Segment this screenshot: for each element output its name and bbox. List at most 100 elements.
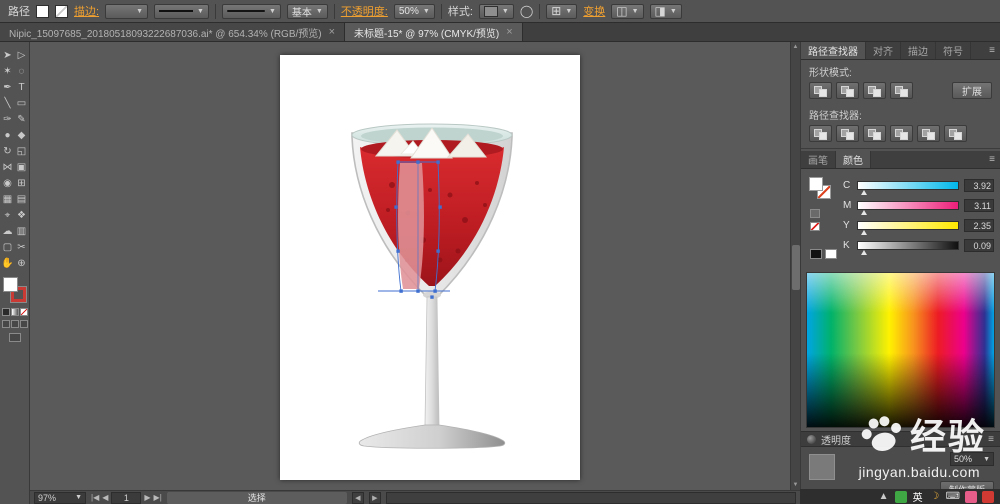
align-options-dropdown[interactable]: ⊞ ▼ — [546, 3, 578, 19]
arrange-dropdown[interactable]: ◫ ▼ — [611, 3, 644, 19]
fill-swatch[interactable] — [2, 277, 18, 292]
recolor-artwork-icon[interactable]: ◯ — [520, 5, 533, 17]
minus-back-button[interactable] — [944, 125, 967, 142]
type-tool[interactable]: T — [15, 79, 29, 95]
magic-wand-tool[interactable]: ✶ — [1, 63, 15, 79]
canvas-area[interactable] — [30, 42, 800, 490]
taskbar-icon-keyboard[interactable]: ⌨ — [946, 491, 960, 503]
color-spectrum[interactable] — [806, 272, 995, 428]
taskbar-icon-input-method[interactable]: 英 — [912, 491, 924, 504]
brush-definition-dropdown[interactable]: 基本 ▼ — [286, 3, 328, 19]
pen-tool[interactable]: ✒ — [1, 79, 15, 95]
next-artboard-icon[interactable]: ▶ — [144, 493, 150, 502]
isolate-dropdown[interactable]: ◨ ▼ — [649, 3, 682, 19]
merge-button[interactable] — [863, 125, 886, 142]
screen-mode-button[interactable] — [8, 333, 21, 342]
transform-panel-link[interactable]: 变换 — [583, 3, 605, 19]
width-profile-dropdown[interactable]: ▼ — [154, 3, 209, 19]
brush-preview-dropdown[interactable]: ▼ — [221, 3, 281, 19]
document-tab[interactable]: 未标题-15* @ 97% (CMYK/预览) × — [345, 23, 523, 41]
unite-button[interactable] — [809, 82, 832, 99]
last-artboard-icon[interactable]: ▶| — [154, 493, 162, 502]
slider-track[interactable] — [857, 241, 959, 255]
slider-thumb[interactable] — [861, 227, 867, 235]
slider-track[interactable] — [857, 181, 959, 195]
zoom-dropdown[interactable]: 97% ▼ — [34, 491, 86, 504]
prev-artboard-icon[interactable]: ◀ — [102, 493, 108, 502]
blob-brush-tool[interactable]: ● — [1, 127, 15, 143]
hand-tool[interactable]: ✋ — [1, 255, 15, 271]
scroll-up-icon[interactable]: ▲ — [793, 42, 799, 52]
rotate-tool[interactable]: ↻ — [1, 143, 15, 159]
symbol-sprayer-tool[interactable]: ☁ — [1, 223, 15, 239]
style-dropdown[interactable]: ▼ — [478, 3, 514, 19]
artboard[interactable] — [280, 55, 580, 480]
direct-selection-tool[interactable]: ▷ — [15, 47, 29, 63]
opacity-dropdown[interactable]: 50% ▼ — [393, 3, 435, 19]
object-thumbnail[interactable] — [809, 454, 835, 480]
vertical-scrollbar[interactable]: ▲ ▼ — [790, 42, 800, 490]
slider-track[interactable] — [857, 201, 959, 215]
taskbar-icon-red-app[interactable] — [982, 490, 994, 503]
line-segment-tool[interactable]: ╲ — [1, 95, 15, 111]
panel-menu-icon[interactable]: ≡ — [984, 151, 1000, 168]
shape-builder-tool[interactable]: ◉ — [1, 175, 15, 191]
panel-tab[interactable]: 路径查找器 — [801, 42, 866, 59]
trim-button[interactable] — [836, 125, 859, 142]
color-fill-stroke-indicator[interactable] — [807, 175, 843, 267]
none-swatch[interactable] — [810, 222, 820, 231]
eraser-tool[interactable]: ◆ — [15, 127, 29, 143]
slider-track[interactable] — [857, 221, 959, 235]
taskbar-icon-green-app[interactable] — [894, 490, 907, 503]
artboard-tool[interactable]: ▢ — [1, 239, 15, 255]
pencil-tool[interactable]: ✎ — [15, 111, 29, 127]
draw-behind-button[interactable] — [10, 320, 19, 328]
slider-value-field[interactable]: 2.35 — [964, 219, 994, 232]
panel-tab[interactable]: 画笔 — [801, 151, 836, 168]
opacity-panel-link[interactable]: 不透明度: — [341, 3, 388, 19]
scroll-down-icon[interactable]: ▼ — [793, 480, 799, 490]
fill-stroke-indicator[interactable] — [2, 277, 27, 304]
lasso-tool[interactable]: ◌ — [15, 63, 29, 79]
column-graph-tool[interactable]: ▥ — [15, 223, 29, 239]
color-button[interactable] — [1, 308, 10, 316]
eyedropper-tool[interactable]: ⌖ — [1, 207, 15, 223]
artboard-number-field[interactable]: 1 — [111, 491, 142, 504]
minus-front-button[interactable] — [836, 82, 859, 99]
taskbar-icon-pink-app[interactable] — [965, 490, 977, 503]
divide-button[interactable] — [809, 125, 832, 142]
panel-tab[interactable]: 描边 — [901, 42, 936, 59]
transparency-opacity-dropdown[interactable]: 50% ▼ — [950, 452, 994, 466]
taskbar-icon-expand-arrow[interactable]: ▲ — [878, 491, 890, 503]
horizontal-scrollbar[interactable] — [385, 491, 796, 504]
width-tool[interactable]: ⋈ — [1, 159, 15, 175]
free-transform-tool[interactable]: ▣ — [15, 159, 29, 175]
gradient-button[interactable] — [10, 308, 19, 316]
perspective-grid-tool[interactable]: ⊞ — [15, 175, 29, 191]
gradient-tool[interactable]: ▤ — [15, 191, 29, 207]
white-swatch[interactable] — [825, 249, 837, 259]
crop-button[interactable] — [890, 125, 913, 142]
draw-normal-button[interactable] — [1, 320, 10, 328]
rectangle-tool[interactable]: ▭ — [15, 95, 29, 111]
stroke-weight-dropdown[interactable]: ▼ — [105, 3, 148, 19]
stroke-panel-link[interactable]: 描边: — [74, 3, 99, 19]
vertical-scrollbar-thumb[interactable] — [792, 245, 800, 290]
slider-value-field[interactable]: 0.09 — [964, 239, 994, 252]
slider-value-field[interactable]: 3.92 — [964, 179, 994, 192]
scroll-right-icon[interactable]: ▶ — [368, 491, 381, 504]
zoom-tool[interactable]: ⊕ — [15, 255, 29, 271]
slider-thumb[interactable] — [861, 207, 867, 215]
first-artboard-icon[interactable]: |◀ — [91, 493, 99, 502]
tab-close-icon[interactable]: × — [506, 26, 512, 38]
hex-swatch[interactable] — [810, 209, 820, 218]
panel-menu-icon[interactable]: ≡ — [984, 42, 1000, 59]
exclude-button[interactable] — [890, 82, 913, 99]
document-tab[interactable]: Nipic_15097685_20180518093222687036.ai* … — [0, 23, 346, 41]
scroll-left-icon[interactable]: ◀ — [351, 491, 364, 504]
slider-thumb[interactable] — [861, 247, 867, 255]
tab-close-icon[interactable]: × — [329, 26, 335, 38]
fill-color-swatch[interactable] — [36, 4, 49, 18]
none-button[interactable] — [19, 308, 28, 316]
black-swatch[interactable] — [810, 249, 822, 259]
